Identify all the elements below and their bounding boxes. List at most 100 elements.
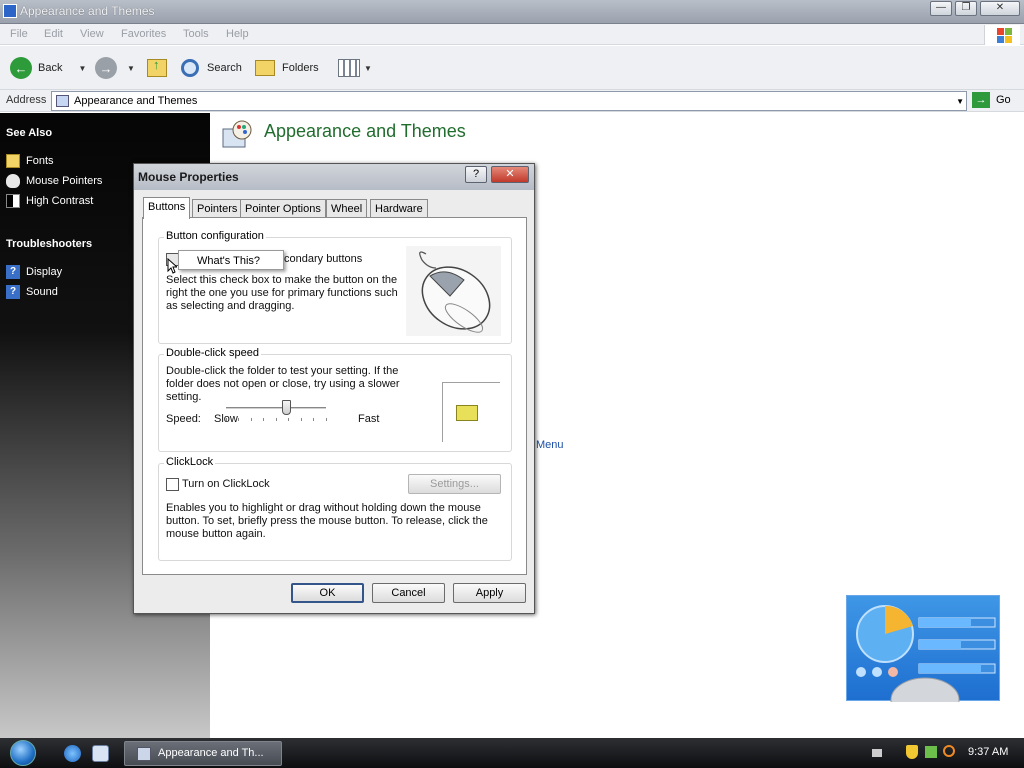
go-button[interactable]: → Go <box>972 92 1011 108</box>
help-icon: ? <box>6 265 20 279</box>
address-dropdown-icon[interactable]: ▼ <box>956 97 964 106</box>
sidebar-item-fonts[interactable]: Fonts <box>6 154 54 168</box>
whats-this-context-menu: What's This? <box>178 250 284 270</box>
menu-bar: File Edit View Favorites Tools Help <box>0 24 1024 45</box>
button-config-description: Select this check box to make the button… <box>166 274 398 312</box>
troubleshooters-heading: Troubleshooters <box>6 238 93 250</box>
network-icon[interactable] <box>925 746 937 758</box>
forward-arrow-icon: → <box>95 57 117 79</box>
windows-logo-icon <box>984 25 1020 45</box>
search-tray-icon[interactable] <box>943 745 955 757</box>
control-panel-icon <box>56 95 69 107</box>
display-settings-illustration <box>846 595 1000 723</box>
dialog-help-button[interactable]: ? <box>465 166 487 183</box>
menu-favorites[interactable]: Favorites <box>121 28 166 40</box>
clicklock-checkbox[interactable] <box>166 478 179 491</box>
test-folder-area[interactable] <box>442 382 500 442</box>
address-bar: Address Appearance and Themes ▼ → Go <box>0 90 1024 112</box>
apply-button[interactable]: Apply <box>453 583 526 603</box>
dialog-title: Mouse Properties <box>138 170 239 184</box>
tab-hardware[interactable]: Hardware <box>370 199 428 218</box>
address-input[interactable]: Appearance and Themes ▼ <box>51 91 967 111</box>
search-icon <box>181 59 199 77</box>
taskbar-item-appearance-themes[interactable]: Appearance and Th... <box>124 741 282 766</box>
mouse-icon <box>6 174 20 188</box>
menu-file[interactable]: File <box>10 28 28 40</box>
speed-label: Speed: <box>166 413 201 425</box>
folders-icon <box>255 60 275 76</box>
window-titlebar: Appearance and Themes — ❐ ✕ <box>0 0 1024 24</box>
back-arrow-icon: ← <box>10 57 32 79</box>
minimize-button[interactable]: — <box>930 1 952 16</box>
sidebar-item-display[interactable]: ? Display <box>6 265 62 279</box>
taskbar-item-label: Appearance and Th... <box>158 747 264 759</box>
double-click-label: Double-click speed <box>164 347 261 359</box>
menu-tools[interactable]: Tools <box>183 28 209 40</box>
close-button[interactable]: ✕ <box>980 1 1020 16</box>
mouse-cursor-icon <box>167 258 177 274</box>
window-title: Appearance and Themes <box>20 4 155 18</box>
views-button[interactable]: ▼ <box>338 56 372 80</box>
high-contrast-icon <box>6 194 20 208</box>
forward-button[interactable]: → ▼ <box>95 56 135 80</box>
mouse-properties-dialog: Mouse Properties ? ✕ Buttons Pointers Po… <box>133 163 535 614</box>
search-button[interactable]: Search <box>181 56 242 80</box>
views-dropdown-icon[interactable]: ▼ <box>364 64 372 73</box>
start-menu-link[interactable]: Menu <box>536 439 564 451</box>
double-click-speed-slider[interactable] <box>226 407 326 410</box>
up-folder-icon: ↑ <box>147 57 167 77</box>
sidebar-item-label: Fonts <box>26 155 54 167</box>
go-label: Go <box>996 94 1011 106</box>
fast-label: Fast <box>358 413 380 425</box>
search-label: Search <box>207 62 242 74</box>
sidebar-item-mouse-pointers[interactable]: Mouse Pointers <box>6 174 102 188</box>
sidebar-item-sound[interactable]: ? Sound <box>6 285 58 299</box>
folders-label: Folders <box>282 62 319 74</box>
dialog-titlebar: Mouse Properties ? ✕ <box>134 164 534 190</box>
double-click-description: Double-click the folder to test your set… <box>166 365 400 403</box>
menu-view[interactable]: View <box>80 28 104 40</box>
restore-button[interactable]: ❐ <box>955 1 977 16</box>
menu-help[interactable]: Help <box>226 28 249 40</box>
switch-buttons-label: condary buttons <box>284 253 363 265</box>
sidebar-item-label: High Contrast <box>26 195 94 207</box>
ok-button[interactable]: OK <box>291 583 364 603</box>
security-shield-icon[interactable] <box>906 745 918 759</box>
sidebar-item-label: Display <box>26 266 63 278</box>
start-button[interactable] <box>10 740 36 766</box>
tab-pointer-options[interactable]: Pointer Options <box>240 199 326 218</box>
folders-button[interactable]: Folders <box>255 56 319 80</box>
menu-edit[interactable]: Edit <box>44 28 63 40</box>
forward-dropdown-icon[interactable]: ▼ <box>127 64 135 73</box>
clicklock-checkbox-label: Turn on ClickLock <box>182 478 270 490</box>
test-folder-icon[interactable] <box>456 405 478 421</box>
clicklock-settings-button[interactable]: Settings... <box>408 474 501 494</box>
tab-wheel[interactable]: Wheel <box>326 199 368 218</box>
show-desktop-icon[interactable] <box>92 745 109 762</box>
go-arrow-icon: → <box>972 92 990 108</box>
clicklock-description: Enables you to highlight or drag without… <box>166 502 488 540</box>
see-also-heading: See Also <box>6 127 53 139</box>
back-label: Back <box>38 62 63 74</box>
internet-explorer-icon[interactable] <box>64 745 81 762</box>
mouse-illustration-icon <box>406 246 501 336</box>
views-icon <box>338 59 360 77</box>
keyboard-icon[interactable] <box>872 749 882 757</box>
slider-thumb[interactable] <box>282 400 291 415</box>
help-icon: ? <box>6 285 20 299</box>
tab-buttons[interactable]: Buttons <box>143 197 191 219</box>
page-title: Appearance and Themes <box>264 121 466 141</box>
folder-window-icon <box>137 747 151 761</box>
back-button[interactable]: ← Back ▼ <box>10 56 86 80</box>
sidebar-item-high-contrast[interactable]: High Contrast <box>6 194 93 208</box>
tab-pointers[interactable]: Pointers <box>192 199 243 218</box>
folder-window-icon <box>3 4 17 18</box>
fonts-folder-icon <box>6 154 20 168</box>
dialog-close-button[interactable]: ✕ <box>491 166 529 183</box>
cancel-button[interactable]: Cancel <box>372 583 445 603</box>
up-folder-button[interactable]: ↑ <box>147 56 167 80</box>
system-clock[interactable]: 9:37 AM <box>968 746 1008 758</box>
back-dropdown-icon[interactable]: ▼ <box>78 64 86 73</box>
whats-this-menu-item[interactable]: What's This? <box>197 255 260 267</box>
button-config-label: Button configuration <box>164 230 266 242</box>
